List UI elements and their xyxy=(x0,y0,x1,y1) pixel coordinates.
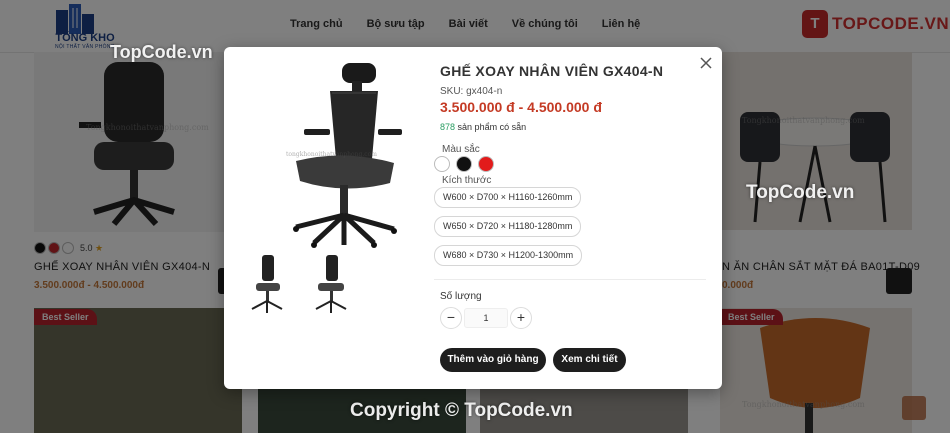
quantity-increase-button[interactable]: + xyxy=(510,307,532,329)
quantity-decrease-button[interactable]: − xyxy=(440,307,462,329)
watermark-site: Tongkhonoithatvanphong.com xyxy=(742,116,865,125)
add-to-cart-button[interactable]: Thêm vào giỏ hàng xyxy=(440,348,546,372)
color-label: Màu sắc xyxy=(442,144,480,155)
product-sku: SKU: gx404-n xyxy=(440,86,502,97)
sku-value: gx404-n xyxy=(466,86,503,97)
quantity-input[interactable]: 1 xyxy=(464,308,508,328)
office-chair-thumbnail xyxy=(315,255,347,313)
watermark-copyright: Copyright © TopCode.vn xyxy=(350,400,573,421)
watermark-topcode: TopCode.vn xyxy=(746,182,855,203)
watermark-topcode: TopCode.vn xyxy=(110,42,213,62)
view-detail-button[interactable]: Xem chi tiết xyxy=(553,348,626,372)
size-option-1[interactable]: W600 × D700 × H1160-1260mm xyxy=(434,187,582,208)
color-swatch-red[interactable] xyxy=(478,156,494,172)
color-swatch-black[interactable] xyxy=(456,156,472,172)
thumbnail-1[interactable] xyxy=(242,253,292,315)
office-chair-thumbnail xyxy=(251,255,283,313)
color-options xyxy=(434,156,494,172)
stock-count: 878 xyxy=(440,122,456,132)
divider xyxy=(434,279,706,280)
size-option-2[interactable]: W650 × D720 × H1180-1280mm xyxy=(434,216,582,237)
sku-label: SKU: xyxy=(440,86,464,97)
quick-view-modal: tongkhonoithatvanphong.com GHẾ XOAY NHÂN… xyxy=(224,47,722,389)
quantity-stepper: − 1 + xyxy=(440,307,532,329)
product-title: GHẾ XOAY NHÂN VIÊN GX404-N xyxy=(440,63,664,79)
color-swatch-white[interactable] xyxy=(434,156,450,172)
quantity-label: Số lượng xyxy=(440,291,482,302)
watermark-site: Tongkhonoithatvanphong.com xyxy=(742,400,865,409)
size-option-3[interactable]: W680 × D730 × H1200-1300mm xyxy=(434,245,583,266)
size-label: Kích thước xyxy=(442,175,492,186)
product-price: 3.500.000 đ - 4.500.000 đ xyxy=(440,99,602,115)
watermark-site: Tongkhonoithatvanphong.com xyxy=(86,123,209,132)
stock-text: sản phẩm có sẵn xyxy=(457,122,527,132)
image-watermark: tongkhonoithatvanphong.com xyxy=(286,151,377,158)
stock-status: 878 sản phẩm có sẵn xyxy=(440,122,526,132)
thumbnail-2[interactable] xyxy=(304,253,354,315)
close-icon[interactable] xyxy=(698,55,714,71)
